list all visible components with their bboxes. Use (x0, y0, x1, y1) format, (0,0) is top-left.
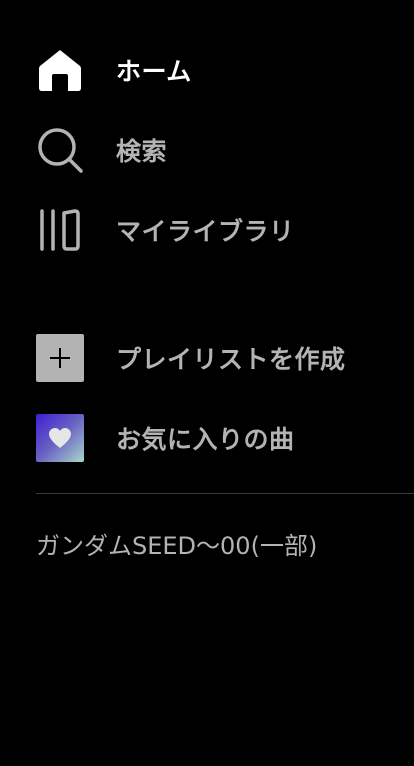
create-playlist-button[interactable]: プレイリストを作成 (36, 334, 396, 382)
liked-songs-button[interactable]: お気に入りの曲 (36, 414, 396, 462)
library-icon (36, 206, 84, 254)
nav-label-library: マイライブラリ (116, 217, 295, 246)
nav-label-search: 検索 (116, 137, 168, 166)
plus-icon (36, 334, 84, 382)
nav-item-library[interactable]: マイライブラリ (36, 206, 396, 254)
liked-songs-label: お気に入りの曲 (116, 425, 295, 454)
search-icon (36, 126, 84, 174)
divider (36, 493, 414, 494)
sidebar: ホーム 検索 マイライブラリ プレイリストを作成 お気に入りの曲 ガンダムSEE… (0, 0, 414, 766)
create-playlist-label: プレイリストを作成 (116, 345, 346, 374)
home-icon (36, 46, 84, 94)
playlist-item[interactable]: ガンダムSEED〜00(一部) (36, 526, 317, 561)
heart-icon (36, 414, 84, 462)
nav-item-home[interactable]: ホーム (36, 46, 396, 94)
nav-item-search[interactable]: 検索 (36, 126, 396, 174)
nav-label-home: ホーム (116, 57, 192, 86)
